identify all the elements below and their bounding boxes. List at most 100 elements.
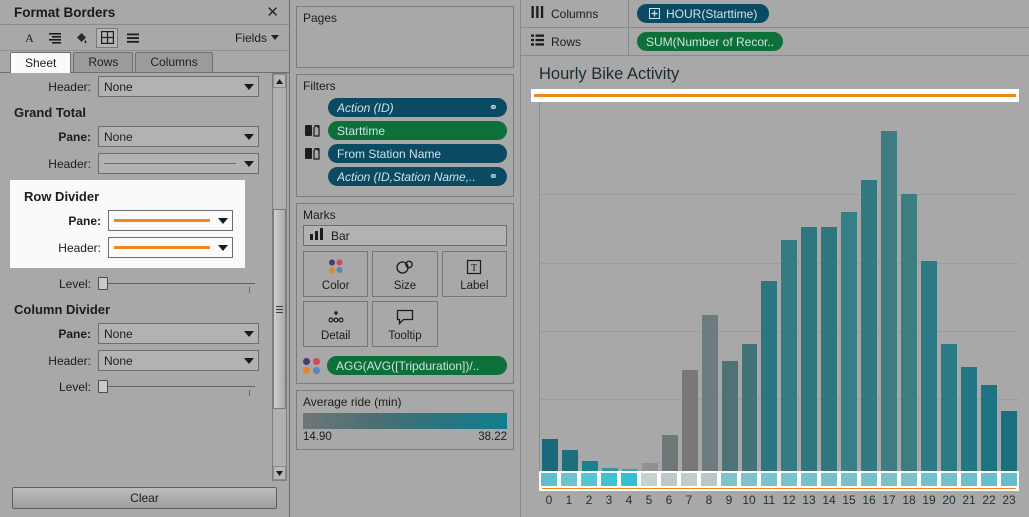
x-axis-tick-label[interactable]: 3 <box>599 493 619 513</box>
x-axis-tick-label[interactable]: 17 <box>879 493 899 513</box>
bar-cell[interactable] <box>759 102 779 471</box>
bar-cell[interactable] <box>640 102 660 471</box>
bar-cell[interactable] <box>999 102 1019 471</box>
bar[interactable] <box>980 384 997 471</box>
bar[interactable] <box>881 130 898 471</box>
bar-cell[interactable] <box>540 102 560 471</box>
marks-color-field-pill[interactable]: AGG(AVG([Tripduration])/.. <box>327 356 507 375</box>
bar-cell[interactable] <box>959 102 979 471</box>
bar[interactable] <box>741 344 758 471</box>
bar-cell[interactable] <box>919 102 939 471</box>
rows-shelf[interactable]: Rows SUM(Number of Recor.. <box>521 28 1029 56</box>
bar-cell[interactable] <box>580 102 600 471</box>
bar[interactable] <box>581 460 598 471</box>
scrollbar-thumb[interactable] <box>273 209 286 409</box>
format-panel-scrollbar[interactable] <box>272 73 287 481</box>
bar-cell[interactable] <box>979 102 999 471</box>
alignment-icon[interactable] <box>44 28 66 48</box>
bar-cell[interactable] <box>680 102 700 471</box>
column-divider-header-dropdown[interactable]: None <box>98 350 259 371</box>
row-divider-header-dropdown[interactable] <box>108 237 233 258</box>
columns-pill-hour-starttime[interactable]: HOUR(Starttime) <box>637 4 770 23</box>
bar[interactable] <box>901 194 918 471</box>
x-axis-tick-label[interactable]: 20 <box>939 493 959 513</box>
bar[interactable] <box>861 180 878 471</box>
tab-rows[interactable]: Rows <box>73 52 134 72</box>
bar[interactable] <box>801 226 818 471</box>
fields-dropdown-button[interactable]: Fields <box>235 31 279 45</box>
sheet-header-dropdown[interactable]: None <box>98 76 259 97</box>
bar[interactable] <box>641 462 658 471</box>
grand-total-pane-dropdown[interactable]: None <box>98 126 259 147</box>
x-axis-tick-label[interactable]: 6 <box>659 493 679 513</box>
x-axis-tick-label[interactable]: 8 <box>699 493 719 513</box>
row-divider-level-slider[interactable] <box>98 276 259 293</box>
row-divider-pane-dropdown[interactable] <box>108 210 233 231</box>
bar[interactable] <box>661 435 678 471</box>
filter-pill-action-id-station-name[interactable]: Action (ID,Station Name,.. ⚭ <box>328 167 507 186</box>
bar-cell[interactable] <box>720 102 740 471</box>
bar-cell[interactable] <box>600 102 620 471</box>
x-axis-tick-label[interactable]: 14 <box>819 493 839 513</box>
marks-detail-button[interactable]: Detail <box>303 301 369 347</box>
x-axis-tick-label[interactable]: 7 <box>679 493 699 513</box>
bar-cell[interactable] <box>779 102 799 471</box>
bar[interactable] <box>701 315 718 471</box>
bar-cell[interactable] <box>660 102 680 471</box>
x-axis-tick-label[interactable]: 22 <box>979 493 999 513</box>
scroll-up-icon[interactable] <box>273 74 286 88</box>
tab-sheet[interactable]: Sheet <box>10 52 72 73</box>
mark-type-dropdown[interactable]: Bar <box>303 225 507 246</box>
filter-pill-action-id[interactable]: Action (ID) ⚭ <box>328 98 507 117</box>
tab-columns[interactable]: Columns <box>135 52 213 72</box>
slider-thumb[interactable] <box>98 277 108 290</box>
x-axis-tick-label[interactable]: 4 <box>619 493 639 513</box>
marks-color-button[interactable]: Color <box>303 251 369 297</box>
columns-shelf[interactable]: Columns HOUR(Starttime) <box>521 0 1029 28</box>
bar[interactable] <box>961 367 977 471</box>
columns-shelf-content[interactable]: HOUR(Starttime) <box>629 4 1029 23</box>
marks-size-button[interactable]: Size <box>372 251 438 297</box>
filter-pill-starttime[interactable]: Starttime <box>328 121 507 140</box>
rows-shelf-content[interactable]: SUM(Number of Recor.. <box>629 32 1029 51</box>
bar-cell[interactable] <box>939 102 959 471</box>
bar-cell[interactable] <box>879 102 899 471</box>
bar[interactable] <box>781 240 798 471</box>
x-axis-tick-label[interactable]: 2 <box>579 493 599 513</box>
clear-button[interactable]: Clear <box>12 487 277 509</box>
plus-box-icon[interactable] <box>649 8 660 19</box>
rows-pill-sum-number-of-records[interactable]: SUM(Number of Recor.. <box>637 32 784 51</box>
bar[interactable] <box>721 361 738 471</box>
x-axis-tick-label[interactable]: 0 <box>539 493 559 513</box>
grand-total-header-dropdown[interactable] <box>98 153 259 174</box>
bar-cell[interactable] <box>839 102 859 471</box>
bar-cell[interactable] <box>560 102 580 471</box>
bar-cell[interactable] <box>859 102 879 471</box>
font-icon[interactable]: A <box>18 28 40 48</box>
x-axis-tick-label[interactable]: 18 <box>899 493 919 513</box>
x-axis-tick-label[interactable]: 11 <box>759 493 779 513</box>
x-axis-tick-label[interactable]: 1 <box>559 493 579 513</box>
bar-cell[interactable] <box>819 102 839 471</box>
marks-label-button[interactable]: T Label <box>441 251 507 297</box>
filter-pill-from-station-name[interactable]: From Station Name <box>328 144 507 163</box>
bar[interactable] <box>681 369 698 471</box>
bar[interactable] <box>542 438 558 471</box>
bar[interactable] <box>921 261 938 471</box>
bar[interactable] <box>561 450 578 471</box>
bar-cell[interactable] <box>899 102 919 471</box>
bar[interactable] <box>941 344 958 471</box>
x-axis-tick-label[interactable]: 15 <box>839 493 859 513</box>
x-axis-tick-label[interactable]: 23 <box>999 493 1019 513</box>
slider-thumb[interactable] <box>98 380 108 393</box>
borders-icon[interactable] <box>96 27 118 48</box>
x-axis-tick-label[interactable]: 12 <box>779 493 799 513</box>
bar[interactable] <box>841 211 858 471</box>
bar-cell[interactable] <box>620 102 640 471</box>
shading-icon[interactable] <box>70 28 92 48</box>
column-divider-pane-dropdown[interactable]: None <box>98 323 259 344</box>
column-divider-level-slider[interactable] <box>98 379 259 396</box>
x-axis-tick-label[interactable]: 5 <box>639 493 659 513</box>
bar-cell[interactable] <box>700 102 720 471</box>
bar-cell[interactable] <box>799 102 819 471</box>
